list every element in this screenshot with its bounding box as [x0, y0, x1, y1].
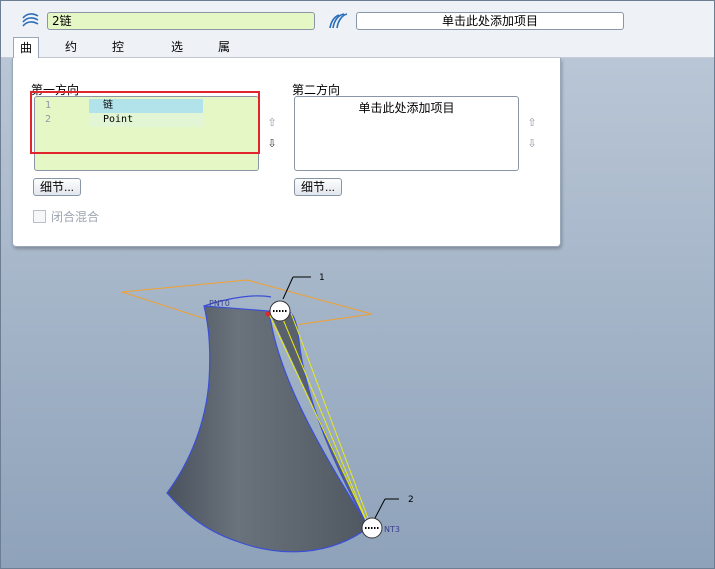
blend-surface[interactable]	[166, 305, 370, 553]
callout-label-2: 2	[408, 495, 414, 505]
point-label-bottom: NT3	[384, 525, 400, 534]
tab-curves[interactable]: 曲线	[13, 37, 40, 75]
tab-options[interactable]: 选项	[165, 37, 189, 74]
second-direction-list[interactable]: 单击此处添加项目	[294, 96, 519, 171]
move-down-icon[interactable]: ⇩	[265, 137, 279, 151]
second-direction-collector[interactable]: 单击此处添加项目	[356, 12, 624, 30]
callout-label-1: 1	[319, 273, 325, 283]
tab-control-points[interactable]: 控制点	[106, 37, 130, 94]
app-window: 1 PNT0 2 NT3 2链 单击此处添加项目 曲 约 控 选 属 第一方向 …	[0, 0, 715, 569]
move-up-icon[interactable]: ⇧	[265, 116, 279, 130]
boundary-blend-curve-icon[interactable]	[20, 10, 42, 32]
first-direction-collector[interactable]: 2链	[47, 12, 315, 30]
annotation-highlight-box	[30, 91, 260, 154]
move-down-icon[interactable]: ⇩	[525, 137, 539, 151]
checkbox-box[interactable]	[33, 210, 46, 223]
first-direction-details-button[interactable]: 细节...	[33, 178, 82, 196]
dashboard-toolbar: 2链 单击此处添加项目 曲线 约束 控制点 选项 属性	[1, 1, 714, 94]
point-label-top: PNT0	[209, 299, 230, 308]
second-direction-placeholder[interactable]: 单击此处添加项目	[295, 97, 518, 116]
tab-properties[interactable]: 属性	[212, 37, 236, 74]
tab-constraints[interactable]: 约束	[59, 37, 83, 74]
second-direction-curve-icon[interactable]	[328, 10, 350, 32]
move-up-icon[interactable]: ⇧	[525, 116, 539, 130]
second-direction-details-button[interactable]: 细节...	[294, 178, 343, 196]
closed-blend-checkbox[interactable]: 闭合混合	[33, 208, 99, 225]
closed-blend-label: 闭合混合	[51, 210, 100, 224]
